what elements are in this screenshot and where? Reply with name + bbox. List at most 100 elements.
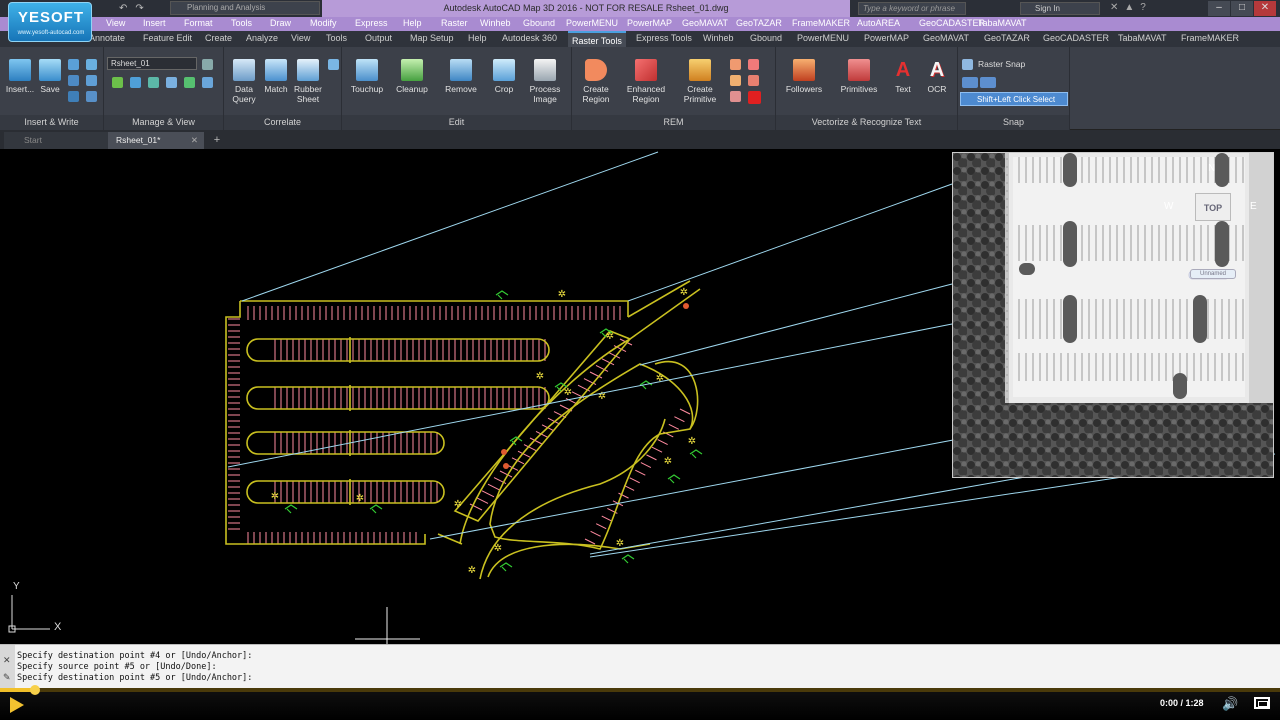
print-icon[interactable] [202, 59, 213, 70]
tab-autodesk-360[interactable]: Autodesk 360 [502, 33, 557, 43]
menu-autoarea[interactable]: AutoAREA [857, 18, 900, 28]
tab-express-tools[interactable]: Express Tools [636, 33, 692, 43]
manage-icon-4[interactable] [166, 77, 177, 88]
menu-geotazar[interactable]: GeoTAZAR [736, 18, 782, 28]
menu-winheb[interactable]: Winheb [480, 18, 511, 28]
tab-geocadaster[interactable]: GeoCADASTER [1043, 33, 1109, 43]
enhanced-region-button[interactable]: Enhanced Region [626, 59, 666, 104]
workspace-dropdown[interactable]: Planning and Analysis [170, 1, 320, 15]
menu-insert[interactable]: Insert [143, 18, 166, 28]
panel-title-rem[interactable]: REM [572, 115, 775, 130]
sheet-dropdown[interactable]: Rsheet_01 [107, 57, 197, 70]
rem-icon-1[interactable] [730, 59, 741, 70]
raster-icon-5[interactable] [68, 91, 79, 102]
fullscreen-icon[interactable] [1254, 697, 1270, 709]
command-line[interactable]: ✕ ✎ Specify destination point #4 or [Und… [0, 644, 1280, 689]
menu-help[interactable]: Help [403, 18, 422, 28]
process-image-button[interactable]: Process Image [525, 59, 565, 104]
sign-in-button[interactable]: Sign In [1020, 2, 1100, 15]
drawing-canvas[interactable]: ✲ ✲ ✲ ✲ ✲ ✲ ✲ ✲ ✲ ✲ ✲ ✲ ✲ ✲ ✲ TOP N W E … [0, 149, 1280, 644]
raster-icon-4[interactable] [86, 75, 97, 86]
menu-format[interactable]: Format [184, 18, 213, 28]
progress-bar[interactable] [0, 685, 1280, 695]
menu-gbound[interactable]: Gbound [523, 18, 555, 28]
create-primitive-button[interactable]: Create Primitive [680, 59, 720, 104]
redo-icon[interactable]: ↷ [135, 2, 143, 15]
tab-powermenu[interactable]: PowerMENU [797, 33, 849, 43]
menu-geomavat[interactable]: GeoMAVAT [682, 18, 728, 28]
tab-rsheet[interactable]: Rsheet_01* ✕ [108, 132, 204, 149]
crop-button[interactable]: Crop [484, 59, 524, 94]
wrench-icon[interactable]: ✎ [3, 672, 11, 683]
viewcube-east[interactable]: E [1250, 201, 1257, 212]
tab-create[interactable]: Create [205, 33, 232, 43]
exchange-icon[interactable]: ✕ [1110, 2, 1118, 13]
tab-gbound[interactable]: Gbound [750, 33, 782, 43]
manage-icon-3[interactable] [148, 77, 159, 88]
raster-icon-6[interactable] [86, 91, 97, 102]
panel-title-snap[interactable]: Snap [958, 115, 1069, 130]
raster-icon-2[interactable] [86, 59, 97, 70]
snap-mode-icon-1[interactable] [962, 77, 978, 88]
save-button[interactable]: Save [30, 59, 70, 94]
search-input[interactable]: Type a keyword or phrase [858, 2, 966, 15]
raster-snap-toggle[interactable]: Raster Snap [962, 59, 1025, 69]
rem-icon-3[interactable] [730, 75, 741, 86]
help-icon[interactable]: ? [1140, 2, 1146, 13]
manage-icon-6[interactable] [202, 77, 213, 88]
shift-select-toggle[interactable]: Shift+Left Click Select [960, 92, 1068, 106]
menu-view[interactable]: View [106, 18, 125, 28]
undo-icon[interactable]: ↶ [119, 2, 127, 15]
tab-raster-tools[interactable]: Raster Tools [568, 31, 626, 47]
panel-title-edit[interactable]: Edit [342, 115, 571, 130]
progress-knob[interactable] [29, 685, 40, 695]
tab-geomavat[interactable]: GeoMAVAT [923, 33, 969, 43]
manage-icon-2[interactable] [130, 77, 141, 88]
menu-tools[interactable]: Tools [231, 18, 252, 28]
correlate-icon[interactable] [328, 59, 339, 70]
command-line-handle[interactable]: ✕ ✎ [0, 645, 15, 689]
maximize-button[interactable]: □ [1231, 1, 1253, 16]
account-icon[interactable]: ▲ [1124, 2, 1134, 13]
tab-feature-edit[interactable]: Feature Edit [143, 33, 192, 43]
menu-draw[interactable]: Draw [270, 18, 291, 28]
tab-analyze[interactable]: Analyze [246, 33, 278, 43]
create-region-button[interactable]: Create Region [576, 59, 616, 104]
tab-view[interactable]: View [291, 33, 310, 43]
menu-express[interactable]: Express [355, 18, 388, 28]
ocr-button[interactable]: A OCR [917, 59, 957, 94]
menu-raster[interactable]: Raster [441, 18, 468, 28]
tab-map-setup[interactable]: Map Setup [410, 33, 454, 43]
menu-framemaker[interactable]: FrameMAKER [792, 18, 850, 28]
rem-icon-5[interactable] [730, 91, 741, 102]
minimize-button[interactable]: – [1208, 1, 1230, 16]
tab-tabamavat[interactable]: TabaMAVAT [1118, 33, 1167, 43]
viewcube-north[interactable]: N [1208, 163, 1215, 174]
tab-framemaker[interactable]: FrameMAKER [1181, 33, 1239, 43]
tab-output[interactable]: Output [365, 33, 392, 43]
tab-geotazar[interactable]: GeoTAZAR [984, 33, 1030, 43]
cleanup-button[interactable]: Cleanup [392, 59, 432, 94]
primitives-button[interactable]: Primitives [839, 59, 879, 94]
followers-button[interactable]: Followers [784, 59, 824, 94]
tab-winheb[interactable]: Winheb [703, 33, 734, 43]
menu-powermenu[interactable]: PowerMENU [566, 18, 618, 28]
menu-geocadaster[interactable]: GeoCADASTER [919, 18, 985, 28]
remove-button[interactable]: Remove [441, 59, 481, 94]
panel-title-insert-write[interactable]: Insert & Write [0, 115, 103, 130]
raster-icon[interactable] [68, 59, 79, 70]
manage-icon-1[interactable] [112, 77, 123, 88]
rem-icon-2[interactable] [748, 59, 759, 70]
play-icon[interactable] [10, 697, 24, 713]
tab-help[interactable]: Help [468, 33, 487, 43]
raster-icon-3[interactable] [68, 75, 79, 86]
close-tab-icon[interactable]: ✕ [191, 132, 198, 148]
tab-annotate[interactable]: Annotate [89, 33, 125, 43]
rem-icon-4[interactable] [748, 75, 759, 86]
manage-icon-5[interactable] [184, 77, 195, 88]
close-icon[interactable]: ✕ [3, 655, 11, 666]
touchup-button[interactable]: Touchup [347, 59, 387, 94]
rem-color-icon[interactable] [748, 91, 761, 104]
tab-tools[interactable]: Tools [326, 33, 347, 43]
new-tab-icon[interactable]: + [210, 133, 224, 147]
